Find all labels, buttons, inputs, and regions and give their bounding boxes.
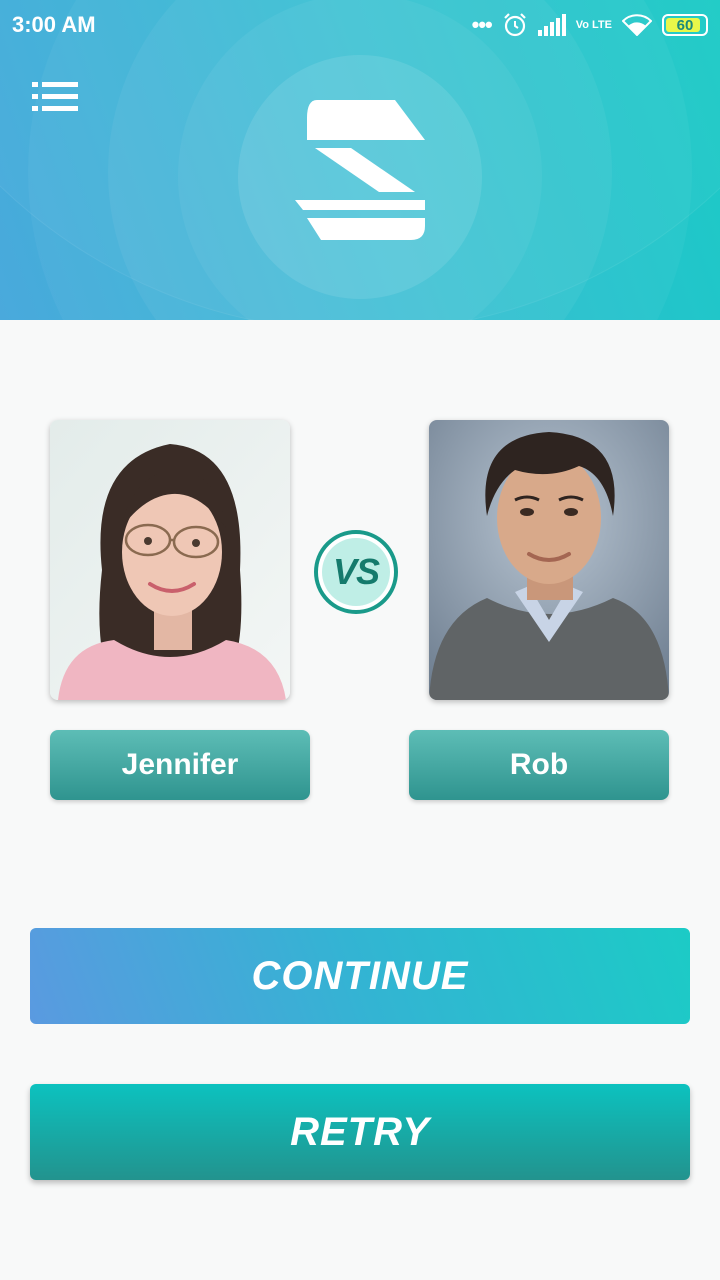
vs-badge: VS xyxy=(314,530,398,614)
status-icons: ••• Vo LTE 60 xyxy=(472,10,708,40)
vs-badge-inner: VS xyxy=(322,538,390,606)
continue-button[interactable]: CONTINUE xyxy=(30,928,690,1024)
woman-portrait xyxy=(50,420,290,700)
list-menu-icon xyxy=(32,82,78,111)
status-bar: 3:00 AM ••• Vo LTE 60 xyxy=(0,0,720,52)
person-photo-left xyxy=(50,420,290,700)
dots-icon: ••• xyxy=(471,12,493,37)
battery-icon: 60 xyxy=(662,14,708,36)
person-name-button-right[interactable]: Rob xyxy=(409,730,669,800)
alarm-icon xyxy=(503,13,526,37)
person-name-right: Rob xyxy=(509,748,569,781)
vs-label: VS xyxy=(332,551,380,592)
app-header: 3:00 AM ••• Vo LTE 60 xyxy=(0,0,720,320)
man-portrait xyxy=(429,420,669,700)
person-name-left: Jennifer xyxy=(121,748,239,781)
network-label: Vo LTE xyxy=(575,18,612,31)
wifi-icon xyxy=(622,14,652,36)
continue-label: CONTINUE xyxy=(251,953,469,998)
status-time: 3:00 AM xyxy=(12,12,96,37)
person-photo-right xyxy=(429,420,669,700)
app-logo-icon xyxy=(295,100,425,240)
person-name-button-left[interactable]: Jennifer xyxy=(50,730,310,800)
battery-level: 60 xyxy=(676,16,694,34)
retry-label: RETRY xyxy=(290,1109,430,1154)
retry-button[interactable]: RETRY xyxy=(30,1084,690,1180)
signal-icon xyxy=(537,14,566,36)
menu-button[interactable] xyxy=(32,82,80,112)
volte-icon: Vo LTE xyxy=(575,18,612,31)
